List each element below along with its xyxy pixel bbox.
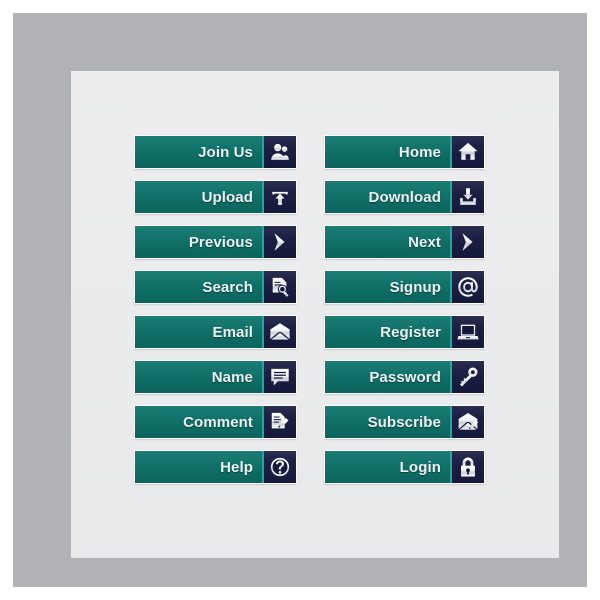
- button-help[interactable]: Help: [134, 450, 297, 484]
- button-subscribe[interactable]: Subscribe: [324, 405, 485, 439]
- screenshot-canvas: Join Us Upload Previous Search Email Nam…: [0, 0, 600, 600]
- button-upload[interactable]: Upload: [134, 180, 297, 214]
- button-help-label: Help: [135, 451, 264, 483]
- at-sign-icon: [452, 271, 484, 303]
- arrow-right-chevron-icon: [452, 226, 484, 258]
- button-password[interactable]: Password: [324, 360, 485, 394]
- document-pen-icon: [264, 406, 296, 438]
- button-download[interactable]: Download: [324, 180, 485, 214]
- button-previous[interactable]: Previous: [134, 225, 297, 259]
- button-upload-label: Upload: [135, 181, 264, 213]
- padlock-icon: [452, 451, 484, 483]
- button-download-label: Download: [325, 181, 452, 213]
- left-button-column: Join Us Upload Previous Search Email Nam…: [134, 135, 297, 484]
- button-password-label: Password: [325, 361, 452, 393]
- right-button-column: Home Download Next Signup Register Passw…: [324, 135, 485, 484]
- button-email[interactable]: Email: [134, 315, 297, 349]
- button-register-label: Register: [325, 316, 452, 348]
- arrow-right-chevron-icon: [264, 226, 296, 258]
- button-next-label: Next: [325, 226, 452, 258]
- button-login[interactable]: Login: [324, 450, 485, 484]
- button-home[interactable]: Home: [324, 135, 485, 169]
- button-login-label: Login: [325, 451, 452, 483]
- button-comment[interactable]: Comment: [134, 405, 297, 439]
- speech-bubble-icon: [264, 361, 296, 393]
- button-join-us-label: Join Us: [135, 136, 264, 168]
- button-signup-label: Signup: [325, 271, 452, 303]
- house-icon: [452, 136, 484, 168]
- key-icon: [452, 361, 484, 393]
- outer-frame: Join Us Upload Previous Search Email Nam…: [13, 13, 587, 587]
- button-search-label: Search: [135, 271, 264, 303]
- button-home-label: Home: [325, 136, 452, 168]
- button-search[interactable]: Search: [134, 270, 297, 304]
- button-previous-label: Previous: [135, 226, 264, 258]
- document-magnifier-icon: [264, 271, 296, 303]
- users-icon: [264, 136, 296, 168]
- white-panel: Join Us Upload Previous Search Email Nam…: [71, 71, 559, 558]
- button-grid: Join Us Upload Previous Search Email Nam…: [134, 135, 494, 484]
- upload-tray-icon: [264, 181, 296, 213]
- envelope-pen-icon: [452, 406, 484, 438]
- envelope-icon: [264, 316, 296, 348]
- download-tray-icon: [452, 181, 484, 213]
- laptop-icon: [452, 316, 484, 348]
- button-email-label: Email: [135, 316, 264, 348]
- button-comment-label: Comment: [135, 406, 264, 438]
- button-subscribe-label: Subscribe: [325, 406, 452, 438]
- question-mark-circle-icon: [264, 451, 296, 483]
- button-name[interactable]: Name: [134, 360, 297, 394]
- button-signup[interactable]: Signup: [324, 270, 485, 304]
- button-next[interactable]: Next: [324, 225, 485, 259]
- button-join-us[interactable]: Join Us: [134, 135, 297, 169]
- button-name-label: Name: [135, 361, 264, 393]
- button-register[interactable]: Register: [324, 315, 485, 349]
